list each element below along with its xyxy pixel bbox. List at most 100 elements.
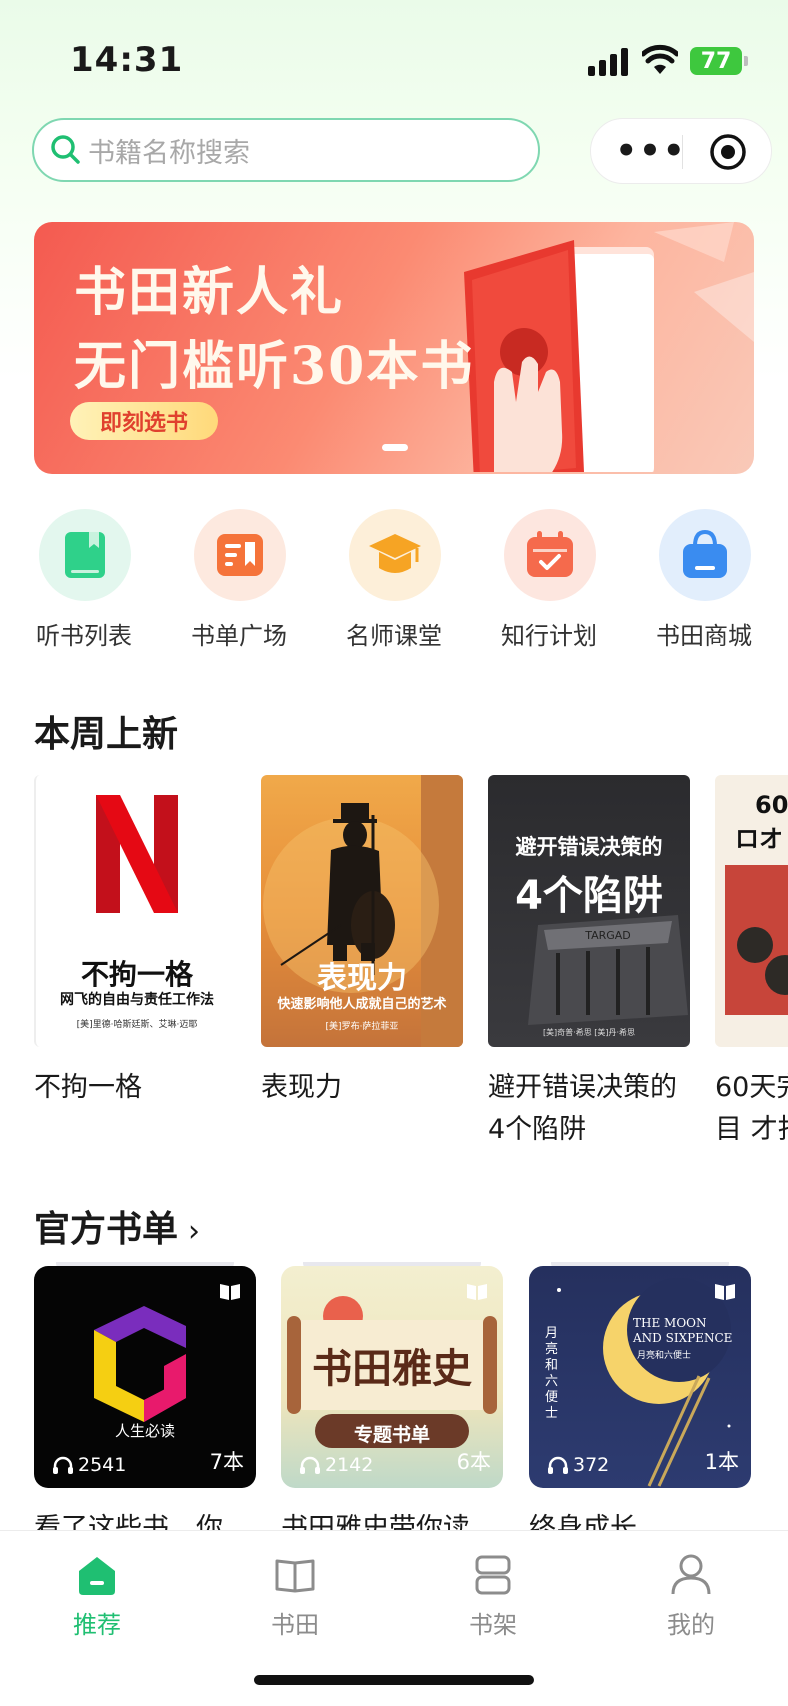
section-title-text: 官方书单 [34,1209,179,1250]
cover-title-line2: 4个陷阱 [515,873,663,919]
cover-subtitle: 快速影响他人成就自己的艺术 [277,997,447,1012]
tab-bookshelf[interactable]: 书架 [438,1549,548,1639]
more-button[interactable]: ••• [615,119,684,183]
tab-recommend[interactable]: 推荐 [42,1549,152,1639]
open-book-badge-icon [715,1284,735,1300]
booklist-card[interactable]: THE MOON AND SIXPENCE 月亮和六便士 月亮和六便士 372 … [529,1262,751,1532]
home-indicator [254,1675,534,1685]
cover-title: 60 [755,791,788,819]
battery-indicator: 77 [690,47,748,75]
book-title: 表现力 [261,1072,342,1103]
banner-title-line2: 无门槛听30本书 [74,336,475,397]
cover-title-en: THE MOON AND SIXPENCE [633,1316,733,1345]
open-book-icon [275,1559,315,1593]
search-input[interactable]: 书籍名称搜索 [32,118,540,182]
cover-author: [美]罗布·萨拉菲亚 [325,1022,399,1032]
cover-title-cn: 月亮和六便士 [637,1351,692,1361]
book-card[interactable]: TARGAD 避开错误决策的 4个陷阱 [美]奇普·希思 [美]丹·希思 避开错… [488,775,690,1151]
section-title-official-lists[interactable]: 官方书单 › [34,1200,200,1252]
booklist-cover: THE MOON AND SIXPENCE 月亮和六便士 月亮和六便士 372 … [529,1266,751,1488]
booklist-title: 看了这些书，你 [34,1513,223,1532]
listen-count: 372 [547,1454,609,1476]
cover-author: [美]奇普·希思 [美]丹·希思 [542,1028,636,1037]
cover-title-vertical: 月亮和六便士 [545,1326,559,1421]
battery-level: 77 [700,48,732,74]
cover-author: [美]里德·哈斯廷斯、艾琳·迈耶 [76,1020,198,1030]
nav-item-action-plan[interactable]: 知行计划 [499,506,609,656]
chevron-right-icon: › [188,1214,201,1249]
calendar-check-icon [504,509,596,601]
tab-profile[interactable]: 我的 [636,1549,746,1639]
carousel-indicator [382,444,408,451]
book-card[interactable]: 60 ロオ 60天完成一个项目 才打造… [715,775,788,1151]
graduation-cap-icon [349,509,441,601]
user-icon [671,1554,711,1595]
nav-label: 名师课堂 [346,622,442,650]
cover-subtitle: 网飞的自由与责任工作法 [60,992,214,1008]
book-title: 避开错误决策的4个陷阱 [488,1072,677,1145]
wifi-icon [642,44,678,74]
book-cover: 不拘一格 网飞的自由与责任工作法 [美]里德·哈斯廷斯、艾琳·迈耶 [34,775,236,1047]
book-title: 不拘一格 [34,1072,142,1103]
tab-label: 推荐 [73,1611,121,1639]
banner-cta-button[interactable]: 即刻选书 [70,402,218,440]
booklist-card[interactable]: 人生必读 2541 7本 看了这些书，你 [34,1262,256,1532]
book-count: 1本 [704,1450,739,1474]
close-target-icon[interactable] [709,133,747,171]
bookshelf-icon [475,1555,511,1595]
search-icon [51,135,80,164]
booklist-cover: 书田雅史 专题书单 2142 6本 [281,1266,503,1488]
promo-banner[interactable]: 书田新人礼 无门槛听30本书 即刻选书 [34,222,754,474]
banner-title-line1: 书田新人礼 [74,262,345,323]
listen-count-value: 2142 [325,1454,374,1476]
section-title-new-this-week: 本周上新 [34,714,179,755]
open-book-badge-icon [220,1284,240,1300]
booklist-title: 书田雅史带你读 [281,1513,470,1532]
book-illustration [464,240,654,472]
status-time: 14:31 [70,40,184,80]
headphones-icon [300,1456,320,1474]
nav-label: 听书列表 [36,622,132,650]
book-card[interactable]: 不拘一格 网飞的自由与责任工作法 [美]里德·哈斯廷斯、艾琳·迈耶 不拘一格 [34,775,236,1109]
capsule-divider [682,135,683,169]
book-cover: TARGAD 避开错误决策的 4个陷阱 [美]奇普·希思 [美]丹·希思 [488,775,690,1047]
quick-nav: 听书列表 书单广场 名师课堂 知行计划 书田商城 [0,506,788,656]
listen-count: 2541 [52,1454,126,1476]
booklist-cover: 人生必读 2541 7本 [34,1266,256,1488]
miniprogram-capsule: ••• [590,118,772,184]
svg-text:TARGAD: TARGAD [584,929,631,942]
tab-shutian[interactable]: 书田 [240,1549,350,1639]
list-icon [194,509,286,601]
listen-count: 2142 [299,1454,373,1476]
official-lists-carousel: 人生必读 2541 7本 看了这些书，你 书田雅史 专题书单 2142 6本 书… [0,1262,788,1532]
nav-item-master-class[interactable]: 名师课堂 [344,506,454,656]
headphones-icon [548,1456,568,1474]
cover-label: 人生必读 [114,1422,175,1440]
nav-item-store[interactable]: 书田商城 [654,506,764,656]
home-icon [79,1557,115,1595]
nav-label: 书单广场 [191,622,287,650]
book-count: 7本 [209,1450,244,1474]
tab-label: 我的 [667,1611,715,1639]
cover-title: 书田雅史 [312,1345,472,1392]
headphones-icon [53,1456,73,1474]
nav-item-audiobook-list[interactable]: 听书列表 [34,506,144,656]
tab-label: 书田 [271,1611,319,1639]
book-count: 6本 [456,1450,491,1474]
nav-item-booklist-square[interactable]: 书单广场 [189,506,299,656]
tab-label: 书架 [469,1611,517,1639]
cover-label: 专题书单 [353,1424,430,1446]
book-card[interactable]: 表现力 快速影响他人成就自己的艺术 [美]罗布·萨拉菲亚 表现力 [261,775,463,1109]
cellular-signal-icon [588,48,628,76]
booklist-title: 终身成长 [529,1513,637,1532]
booklist-card[interactable]: 书田雅史 专题书单 2142 6本 书田雅史带你读 [281,1262,503,1532]
nav-label: 书田商城 [656,622,752,650]
cover-title: 表现力 [317,961,407,996]
status-bar: 14:31 77 [0,0,788,110]
cover-title: 避开错误决策的 [515,835,663,859]
nav-label: 知行计划 [501,622,597,650]
listen-count-value: 372 [573,1454,610,1476]
book-cover: 表现力 快速影响他人成就自己的艺术 [美]罗布·萨拉菲亚 [261,775,463,1047]
search-placeholder: 书籍名称搜索 [88,137,250,169]
shopping-bag-icon [659,509,751,601]
